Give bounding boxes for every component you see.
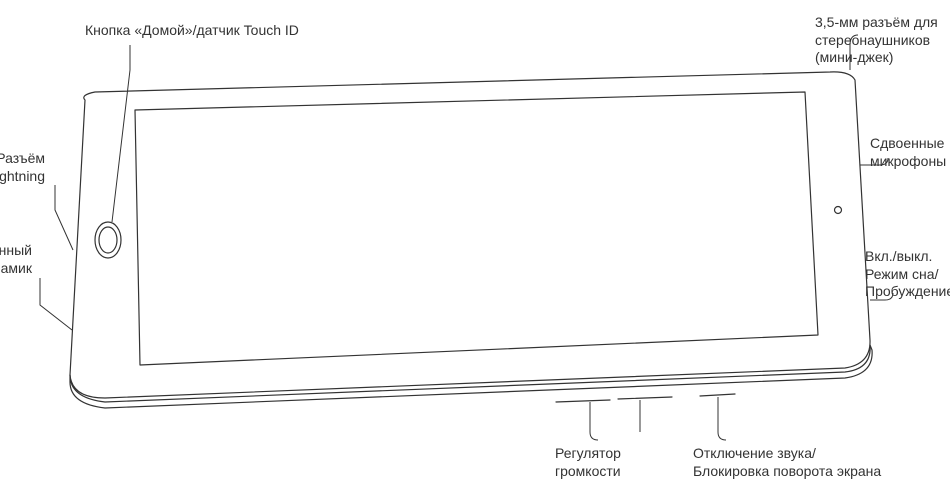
label-volume: Регулятор громкости (555, 445, 621, 480)
diagram-stage: { "labels": { "home_button": "Кнопка «До… (0, 0, 950, 500)
label-sleep-wake: Вкл./выкл. Режим сна/ Пробуждение (865, 248, 950, 301)
label-headphone-jack: 3,5-мм разъём для стереонаушников (мини-… (815, 14, 938, 67)
label-home-button: Кнопка «Домой»/датчик Touch ID (85, 22, 299, 40)
label-lightning: Разъём Lightning (0, 150, 45, 185)
label-dual-mics: Сдвоенные микрофоны (870, 135, 946, 170)
label-mute-rotation-lock: Отключение звука/ Блокировка поворота эк… (693, 445, 881, 480)
ipad-outline (0, 0, 950, 500)
label-speaker: Встроенный динамик (0, 242, 32, 277)
